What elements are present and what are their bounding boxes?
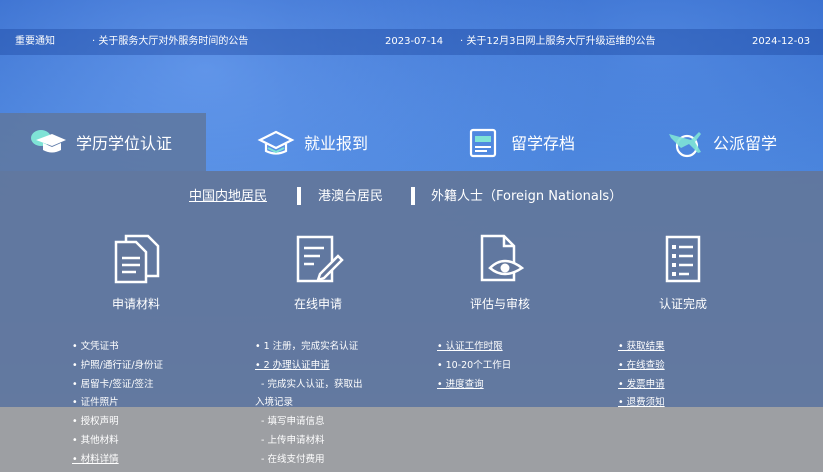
residency-option-hk-macao-taiwan[interactable]: 港澳台居民 bbox=[318, 185, 383, 204]
tab-employment-report[interactable]: 就业报到 bbox=[256, 113, 368, 171]
airplane-icon bbox=[669, 132, 701, 158]
list-item: - 在线支付费用 bbox=[261, 453, 325, 465]
list-item: 入境记录 bbox=[255, 397, 294, 409]
notice-label: 重要通知 bbox=[15, 36, 55, 47]
notice-link[interactable]: · 关于12月3日网上服务大厅升级运维的公告 bbox=[460, 29, 655, 55]
notice-bar: 重要通知 · 关于服务大厅对外服务时间的公告 2023-07-14 · 关于12… bbox=[0, 29, 823, 55]
step-label: 评估与审核 bbox=[469, 297, 530, 311]
list-item: • 护照/通行证/身份证 bbox=[72, 359, 164, 371]
list-item: • 10-20个工作日 bbox=[437, 359, 512, 371]
refund-notice-link[interactable]: • 退费须知 bbox=[618, 394, 665, 413]
list-item: • 1 注册，完成实名认证 bbox=[255, 341, 359, 352]
list-item: • 居留卡/签证/签注 bbox=[72, 378, 154, 390]
list-item: - 上传申请材料 bbox=[261, 434, 325, 446]
materials-list: • 文凭证书 • 护照/通行证/身份证 • 居留卡/签证/签注 • 证件照片 •… bbox=[72, 338, 163, 470]
notice-link[interactable]: · 关于服务大厅对外服务时间的公告 bbox=[92, 29, 248, 55]
step-label: 认证完成 bbox=[658, 297, 707, 311]
processing-time-link[interactable]: • 认证工作时限 bbox=[437, 338, 511, 357]
step-completed[interactable]: 认证完成 bbox=[613, 232, 753, 312]
separator bbox=[297, 187, 301, 205]
online-verify-link[interactable]: • 在线查验 bbox=[618, 357, 665, 376]
documents-icon bbox=[114, 234, 160, 284]
briefcase-icon bbox=[257, 130, 295, 155]
step-label: 在线申请 bbox=[293, 297, 342, 311]
apply-list: • 1 注册，完成实名认证 • 2 办理认证申请 - 完成实人认证，获取出 入境… bbox=[255, 338, 362, 470]
tab-label: 学历学位认证 bbox=[76, 134, 173, 153]
progress-query-link[interactable]: • 进度查询 bbox=[437, 376, 511, 395]
tab-label: 公派留学 bbox=[713, 134, 778, 153]
tab-degree-verification[interactable]: 学历学位认证 bbox=[0, 113, 206, 171]
separator bbox=[411, 187, 415, 205]
step-label: 申请材料 bbox=[111, 297, 160, 311]
materials-details-link[interactable]: • 材料详情 bbox=[72, 451, 163, 470]
completion-list: • 获取结果 • 在线查验 • 发票申请 • 退费须知 bbox=[618, 338, 665, 413]
review-list: • 认证工作时限 • 10-20个工作日 • 进度查询 bbox=[437, 338, 511, 394]
step-review[interactable]: 评估与审核 bbox=[430, 232, 570, 312]
checklist-icon bbox=[665, 235, 701, 283]
list-item: - 填写申请信息 bbox=[261, 416, 325, 428]
invoice-request-link[interactable]: • 发票申请 bbox=[618, 376, 665, 395]
list-item: • 文凭证书 bbox=[72, 341, 119, 352]
edit-form-icon bbox=[296, 235, 344, 283]
graduation-cap-icon bbox=[31, 130, 66, 153]
residency-option-foreign[interactable]: 外籍人士（Foreign Nationals） bbox=[431, 185, 622, 204]
notice-date: 2023-07-14 bbox=[385, 36, 444, 47]
list-item: - 完成实人认证，获取出 bbox=[261, 378, 363, 390]
notice-date: 2024-12-03 bbox=[752, 36, 811, 47]
get-result-link[interactable]: • 获取结果 bbox=[618, 338, 665, 357]
service-tabs: 学历学位认证 就业报到 留学存档 公派留学 bbox=[0, 113, 823, 171]
apply-certification-link[interactable]: • 2 办理认证申请 bbox=[255, 357, 362, 376]
tab-study-abroad-archive[interactable]: 留学存档 bbox=[463, 113, 575, 171]
tab-label: 留学存档 bbox=[511, 134, 576, 153]
residency-option-mainland[interactable]: 中国内地居民 bbox=[189, 185, 267, 204]
step-online-application[interactable]: 在线申请 bbox=[248, 232, 388, 312]
residency-selector: 中国内地居民 港澳台居民 外籍人士（Foreign Nationals） bbox=[0, 185, 823, 207]
tab-government-sponsored-study[interactable]: 公派留学 bbox=[665, 113, 777, 171]
document-eye-icon bbox=[480, 234, 525, 282]
tab-label: 就业报到 bbox=[304, 134, 369, 153]
list-item: • 证件照片 bbox=[72, 397, 119, 409]
id-card-icon bbox=[469, 128, 497, 158]
step-materials[interactable]: 申请材料 bbox=[66, 232, 206, 312]
list-item: • 其他材料 bbox=[72, 434, 119, 446]
list-item: • 授权声明 bbox=[72, 416, 119, 428]
